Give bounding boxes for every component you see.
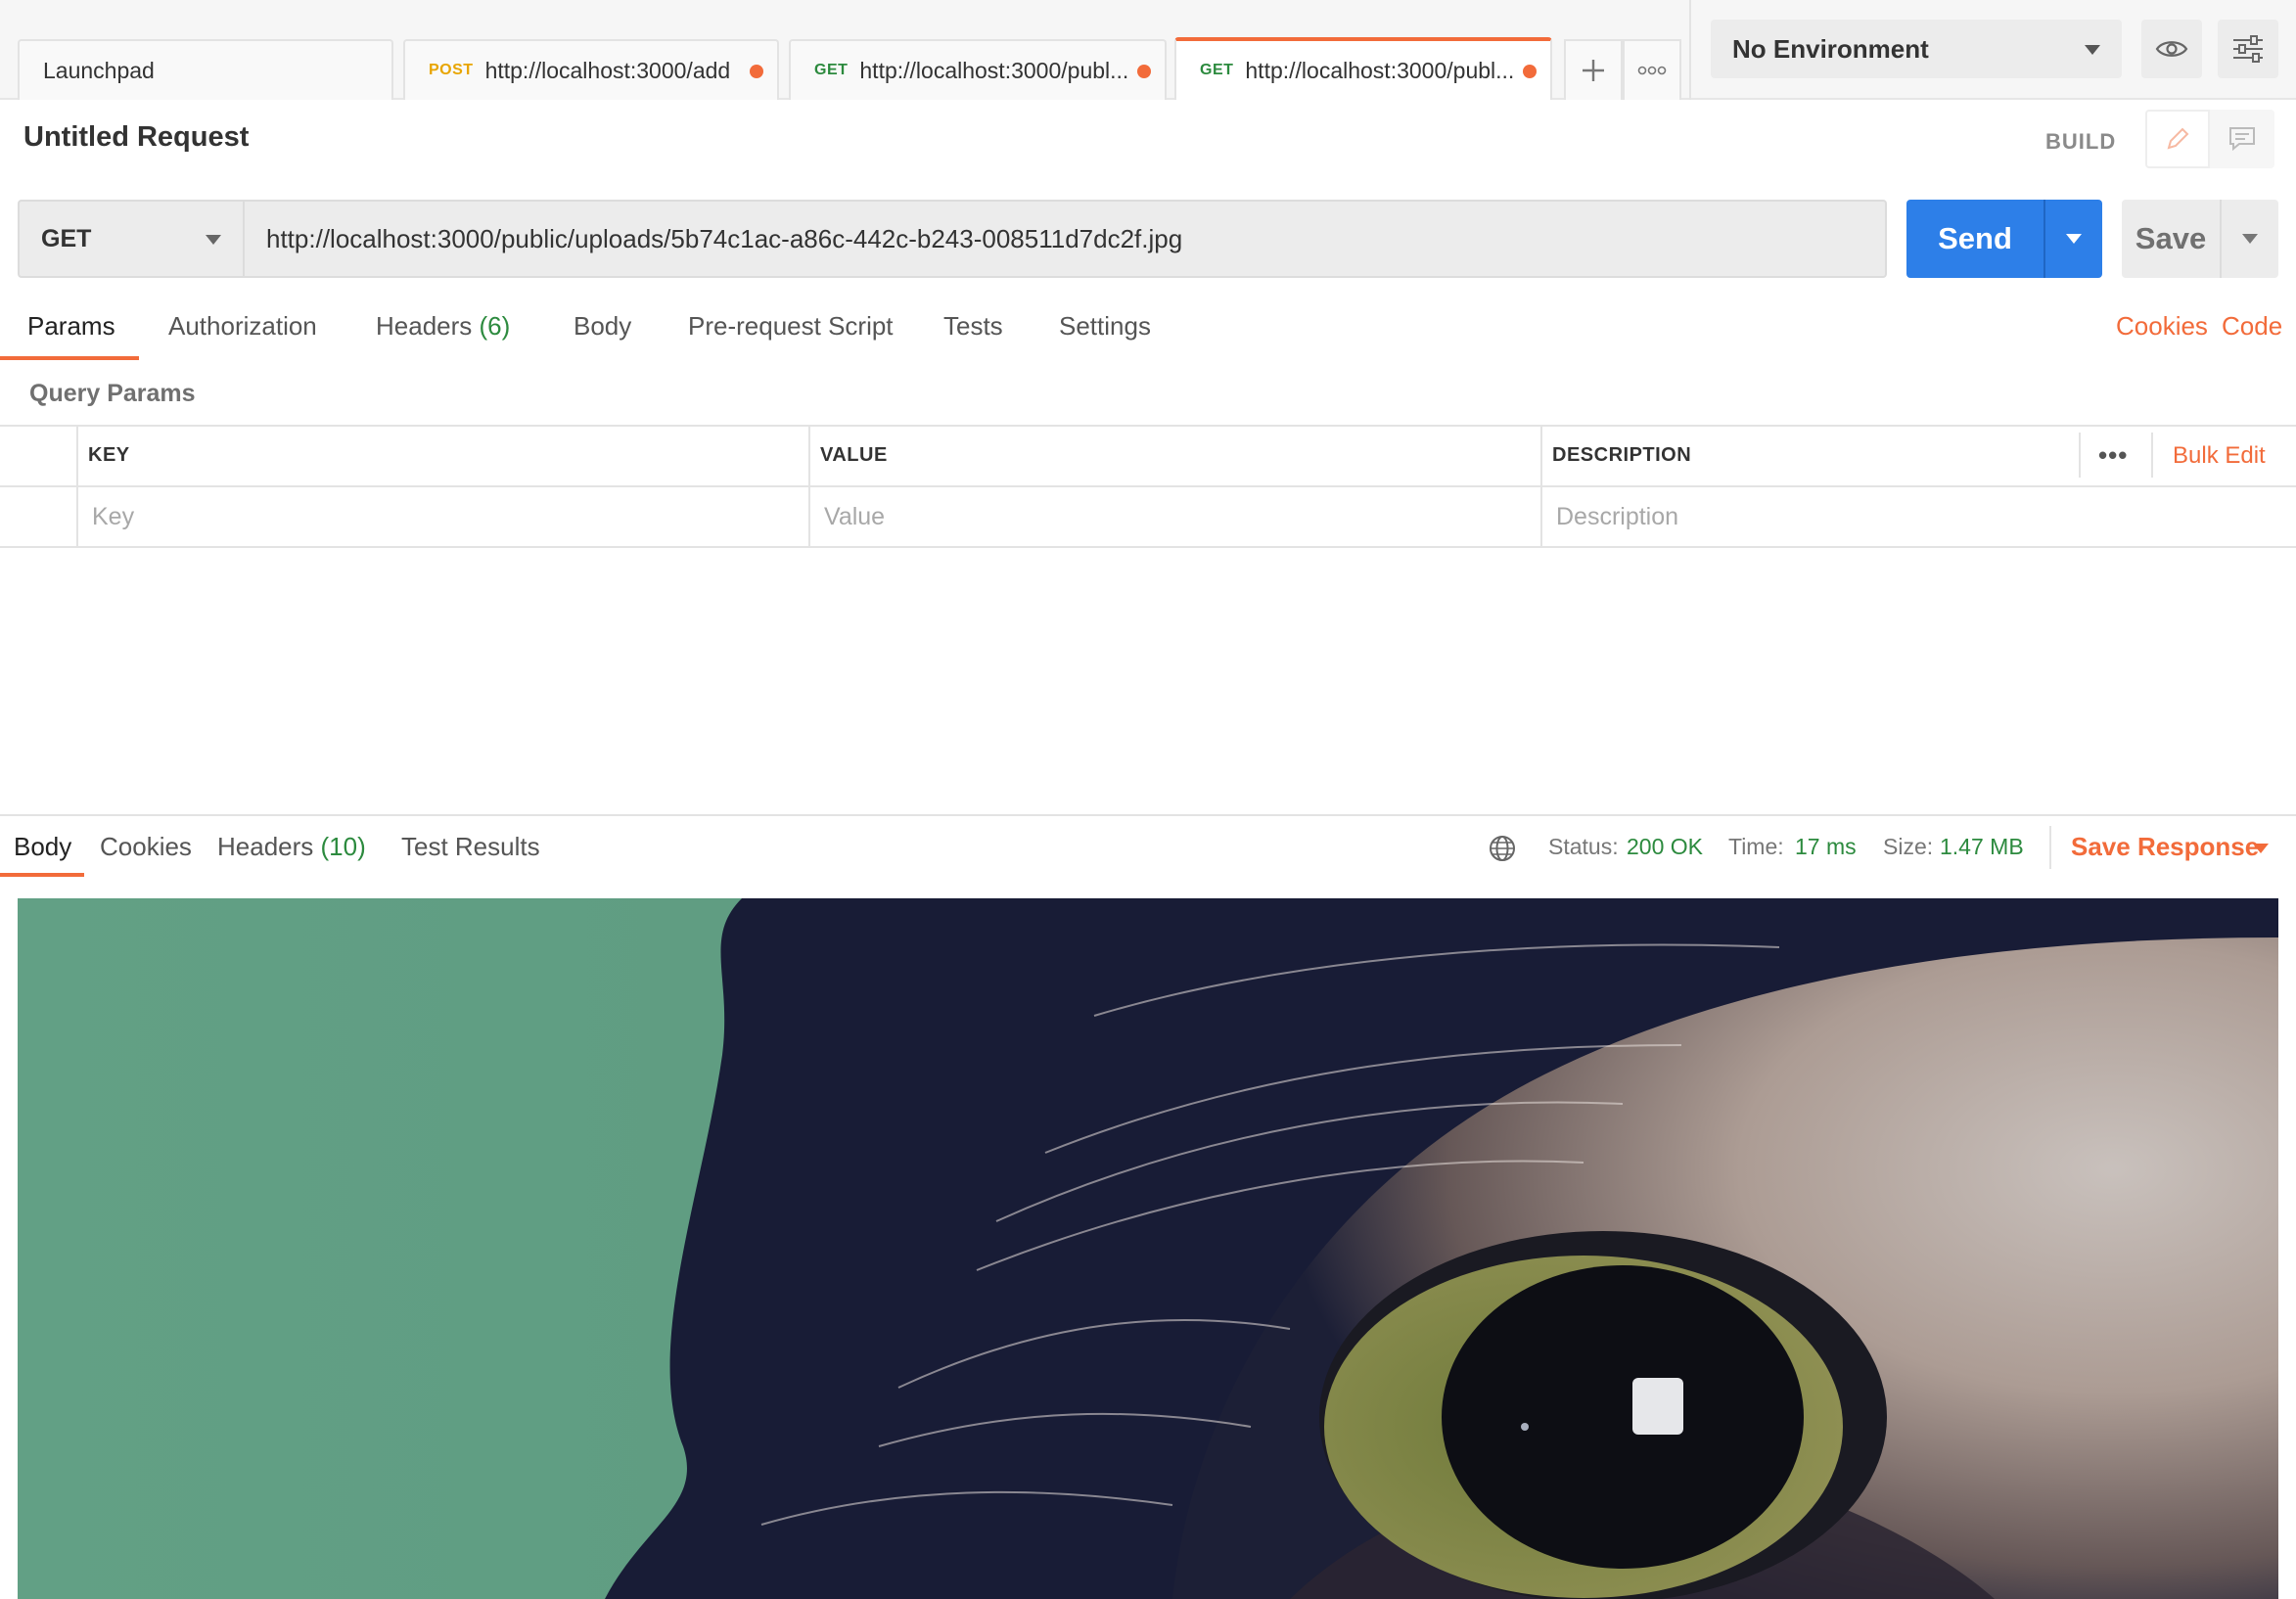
table-border [0,546,2296,548]
table-border [0,485,2296,487]
cat-eye-image [18,898,2278,1599]
tab-settings[interactable]: Settings [1059,311,1151,342]
tab-tests[interactable]: Tests [943,311,1003,342]
response-tab-headers[interactable]: Headers (10) [217,832,366,862]
code-link[interactable]: Code [2222,311,2282,342]
more-tabs-button[interactable] [1623,39,1681,100]
chevron-down-icon [206,235,221,245]
response-image-preview [18,898,2278,1599]
comments-button[interactable] [2210,110,2274,168]
send-options-button[interactable] [2043,200,2102,278]
tab-get-public-2[interactable]: GET http://localhost:3000/publ... [1174,37,1552,100]
status-value[interactable]: 200 OK [1627,834,1703,860]
http-method-select[interactable]: GET [18,200,245,278]
http-method-label: GET [41,224,92,252]
chevron-down-icon [2066,234,2082,244]
response-tab-body[interactable]: Body [14,832,71,862]
tab-method-badge: GET [814,62,849,78]
save-button[interactable]: Save [2122,200,2220,278]
param-key-input[interactable]: Key [92,503,134,531]
tab-headers-label: Headers [376,311,473,341]
bulk-edit-link[interactable]: Bulk Edit [2173,442,2266,470]
environment-select[interactable]: No Environment [1711,20,2122,78]
tab-params[interactable]: Params [27,311,115,342]
column-divider [2151,433,2153,478]
tab-body[interactable]: Body [574,311,631,342]
tab-authorization[interactable]: Authorization [168,311,317,342]
column-header-value: VALUE [820,444,888,466]
table-border [0,425,2296,427]
status-label: Status: [1548,834,1619,859]
more-options-icon[interactable]: ••• [2098,440,2128,471]
response-tab-cookies[interactable]: Cookies [100,832,192,862]
headers-count: (6) [479,311,511,341]
column-divider [808,425,810,548]
toolbar-divider [1689,0,1691,100]
tab-method-badge: POST [429,62,474,78]
chevron-down-icon [2085,45,2100,55]
request-title[interactable]: Untitled Request [23,121,249,154]
save-response-button[interactable]: Save Response [2071,832,2259,862]
active-tab-indicator [0,873,84,877]
tab-get-public-1[interactable]: GET http://localhost:3000/publ... [789,39,1167,100]
time-label: Time: [1728,834,1784,859]
column-divider [1540,425,1542,548]
status-divider [2049,826,2051,869]
build-mode-label: BUILD [2045,129,2117,154]
unsaved-dot-icon [750,65,763,78]
plus-icon [1583,60,1604,81]
tab-label: Launchpad [43,57,155,83]
tab-pre-request-script[interactable]: Pre-request Script [688,311,894,342]
save-options-button[interactable] [2220,200,2278,278]
param-description-input[interactable]: Description [1556,503,1678,531]
tab-label: http://localhost:3000/publ... [1245,57,1515,83]
response-pane-divider[interactable] [0,814,2296,816]
chevron-down-icon[interactable] [2253,844,2269,853]
globe-icon[interactable] [1488,834,1517,863]
tab-headers[interactable]: Headers (6) [376,311,510,342]
pencil-icon [2167,127,2189,150]
edit-mode-button[interactable] [2145,110,2210,168]
response-tab-test-results[interactable]: Test Results [401,832,540,862]
tab-post-add[interactable]: POST http://localhost:3000/add [403,39,779,100]
new-tab-button[interactable] [1564,39,1623,100]
request-url-input[interactable] [243,200,1887,278]
column-header-description: DESCRIPTION [1552,444,1692,466]
column-divider [2079,433,2081,478]
response-headers-count: (10) [320,832,366,861]
column-header-key: KEY [88,444,130,466]
query-params-table: KEY VALUE DESCRIPTION ••• Bulk Edit Key … [0,425,2296,548]
query-params-heading: Query Params [29,380,196,407]
time-value[interactable]: 17 ms [1795,834,1857,860]
chevron-down-icon [2242,234,2258,244]
environment-label: No Environment [1732,33,1929,64]
tab-method-badge: GET [1200,62,1234,78]
tab-label: http://localhost:3000/publ... [859,57,1129,83]
unsaved-dot-icon [1137,65,1151,78]
size-value[interactable]: 1.47 MB [1940,834,2024,860]
tab-label: http://localhost:3000/add [484,57,731,83]
response-tab-headers-label: Headers [217,832,314,861]
cookies-link[interactable]: Cookies [2116,311,2208,342]
size-label: Size: [1883,834,1934,859]
tab-launchpad[interactable]: Launchpad [18,39,393,100]
manage-environments-button[interactable] [2218,20,2278,78]
comment-icon [2229,127,2255,152]
unsaved-dot-icon [1523,65,1537,78]
sliders-icon [2233,35,2263,63]
more-horizontal-icon [1637,66,1667,75]
send-button[interactable]: Send [1906,200,2043,278]
column-divider [76,425,78,548]
active-tab-indicator [0,356,139,360]
param-value-input[interactable]: Value [824,503,885,531]
environment-quick-look-button[interactable] [2141,20,2202,78]
eye-icon [2155,41,2188,57]
